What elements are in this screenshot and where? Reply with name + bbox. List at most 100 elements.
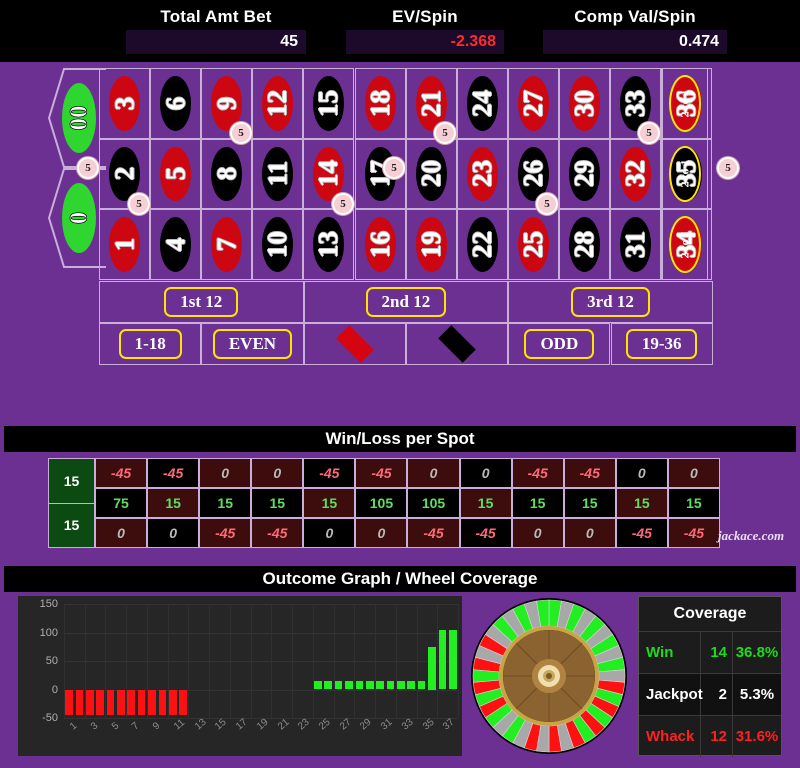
chart-y-tick-label: 50 — [45, 655, 58, 667]
chart-bar — [355, 680, 364, 690]
chart-bar — [314, 680, 322, 690]
bet-cell-label: 00 — [65, 105, 93, 131]
number-oval: 1 — [109, 217, 141, 272]
bet-cell-27[interactable]: 27 — [507, 68, 559, 139]
chart-x-tick-label: 13 — [192, 716, 209, 733]
bet-cell-label: 25 — [517, 230, 548, 258]
bet-cell-column-2[interactable]: 2 to 1 — [662, 138, 708, 210]
chart-y-tick-label: -50 — [42, 712, 58, 724]
bet-cell-5[interactable]: 5 — [150, 138, 202, 210]
bet-cell-column-1[interactable]: 2 to 1 — [662, 68, 708, 139]
bet-cell-20[interactable]: 20 — [405, 138, 457, 210]
number-grid: 3 2 1 6 5 4 9 8 7 12 11 10 15 14 13 18 17 16 21 20 19 24 23 22 2… — [99, 68, 713, 280]
bet-cell-31[interactable]: 31 — [610, 209, 662, 280]
bet-cell-29[interactable]: 29 — [558, 138, 610, 210]
bet-cell-30[interactable]: 30 — [558, 68, 610, 139]
bet-cell-6[interactable]: 6 — [150, 68, 202, 139]
chart-vertical-gridline — [188, 604, 190, 718]
bet-cell-label: 0 — [65, 211, 93, 225]
bet-cell-18[interactable]: 18 — [354, 68, 406, 139]
bet-cell-12[interactable]: 12 — [252, 68, 304, 139]
chart-bar — [158, 689, 167, 716]
bet-cell-red[interactable] — [303, 322, 406, 365]
win-loss-title: Win/Loss per Spot — [4, 426, 796, 452]
number-oval: 16 — [364, 217, 396, 272]
bet-chip[interactable]: 5 — [638, 122, 660, 144]
bet-chip[interactable]: 5 — [128, 193, 150, 215]
bet-cell-label: 2 to 1 — [677, 89, 692, 118]
number-oval: 20 — [415, 146, 447, 202]
bet-cell-label: 14 — [313, 160, 344, 188]
number-oval: 12 — [262, 76, 294, 131]
bet-cell-23[interactable]: 23 — [456, 138, 508, 210]
win-loss-cell: 0 — [563, 518, 616, 548]
chart-bar — [386, 680, 395, 690]
bet-cell-25[interactable]: 25 — [507, 209, 559, 280]
coverage-table: Coverage Win 14 36.8% Jackpot 2 5.3% Wha… — [638, 596, 782, 757]
chart-x-tick-label: 33 — [399, 716, 416, 733]
chart-bar — [376, 680, 384, 690]
bet-cell-15[interactable]: 15 — [303, 68, 355, 139]
bet-cell-32[interactable]: 32 — [610, 138, 662, 210]
bet-cell-label: 7 — [211, 237, 242, 252]
chart-x-tick-label: 1 — [68, 720, 80, 733]
chart-vertical-gridline — [416, 604, 418, 718]
bet-cell-10[interactable]: 10 — [252, 209, 304, 280]
bet-cell-11[interactable]: 11 — [252, 138, 304, 210]
win-loss-cell: 0 — [511, 518, 564, 548]
bet-cell-00[interactable]: 00 — [48, 68, 106, 168]
bet-cell-28[interactable]: 28 — [558, 209, 610, 280]
bet-cell-1[interactable]: 1 — [99, 209, 151, 280]
bet-cell-dozen-1[interactable]: 1st 12 — [99, 280, 304, 323]
bet-chip[interactable]: 5 — [536, 193, 558, 215]
bet-cell-column-3[interactable]: 2 to 1 — [662, 209, 708, 280]
bet-cell-label: EVEN — [212, 328, 293, 359]
chart-vertical-gridline — [375, 604, 377, 718]
win-loss-cell: 0 — [459, 458, 512, 488]
bet-cell-24[interactable]: 24 — [456, 68, 508, 139]
bet-cell-0[interactable]: 0 — [48, 168, 106, 268]
bet-chip[interactable]: 5 — [332, 193, 354, 215]
win-loss-cell: 0 — [355, 518, 408, 548]
bet-cell-odd[interactable]: ODD — [508, 322, 611, 365]
bet-cell-label: 5 — [160, 167, 191, 181]
bet-chip[interactable]: 5 — [717, 157, 739, 179]
bet-cell-8[interactable]: 8 — [201, 138, 253, 210]
bet-cell-22[interactable]: 22 — [456, 209, 508, 280]
bet-chip[interactable]: 5 — [77, 157, 99, 179]
win-loss-cell: -45 — [667, 518, 720, 548]
bet-chip[interactable]: 5 — [434, 122, 456, 144]
bet-cell-label: 30 — [568, 89, 599, 117]
bet-cell-4[interactable]: 4 — [150, 209, 202, 280]
bet-cell-dozen-3[interactable]: 3rd 12 — [508, 280, 713, 323]
roulette-betting-table: 00 0 3 2 1 6 5 4 9 8 7 12 11 10 15 14 13 18 17 16 21 20 19 24… — [0, 62, 800, 398]
bet-chip[interactable]: 5 — [383, 157, 405, 179]
bet-chip[interactable]: 5 — [230, 122, 252, 144]
bet-cell-label: 1st 12 — [164, 286, 239, 317]
coverage-percent: 5.3% — [739, 686, 775, 703]
win-loss-cell: 15 — [251, 488, 304, 518]
bet-cell-1-18[interactable]: 1-18 — [99, 322, 202, 365]
coverage-label: Whack — [639, 716, 701, 757]
bet-cell-7[interactable]: 7 — [201, 209, 253, 280]
win-loss-cell: -45 — [199, 518, 252, 548]
bet-cell-dozen-2[interactable]: 2nd 12 — [303, 280, 509, 323]
win-loss-cell: 0 — [615, 458, 668, 488]
chart-bar — [168, 689, 177, 716]
bet-cell-13[interactable]: 13 — [303, 209, 355, 280]
bet-cell-16[interactable]: 16 — [354, 209, 406, 280]
bet-cell-black[interactable] — [405, 322, 509, 365]
bet-cell-19[interactable]: 19 — [405, 209, 457, 280]
bet-cell-label: 19-36 — [625, 328, 698, 359]
number-oval: 15 — [313, 76, 345, 131]
bet-cell-label: 13 — [313, 230, 344, 258]
coverage-label: Jackpot — [639, 674, 703, 715]
bet-cell-19-36[interactable]: 19-36 — [610, 322, 713, 365]
bet-cell-label: 27 — [517, 89, 548, 117]
number-oval: 23 — [466, 146, 498, 202]
bet-cell-3[interactable]: 3 — [99, 68, 151, 139]
bet-cell-even[interactable]: EVEN — [201, 322, 304, 365]
win-loss-cell: 0 — [95, 518, 148, 548]
chart-vertical-gridline — [250, 604, 252, 718]
bet-cell-label: 4 — [160, 237, 191, 252]
